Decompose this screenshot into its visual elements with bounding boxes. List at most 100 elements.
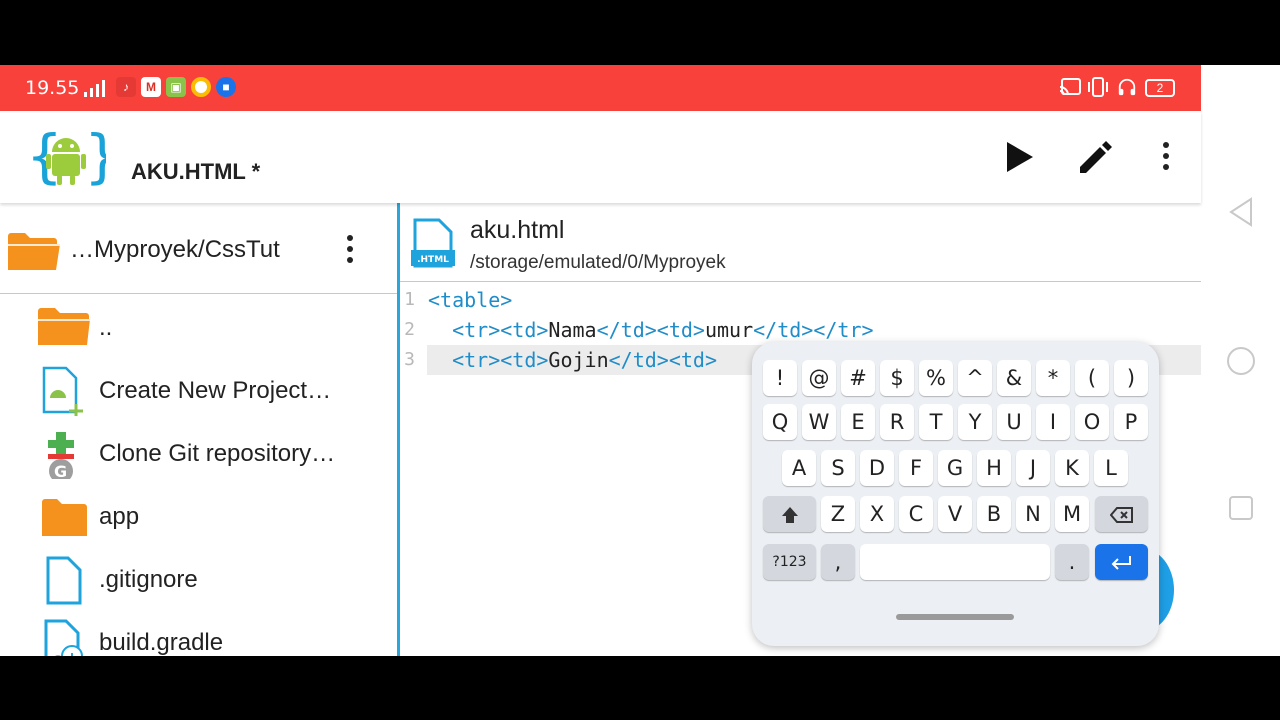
key[interactable]: H <box>977 450 1011 486</box>
list-item-clone-git[interactable]: G Clone Git repository… <box>0 423 397 486</box>
code-tag: <tr><td> <box>428 318 549 342</box>
line-number: 1 <box>404 289 415 310</box>
space-key[interactable] <box>860 544 1050 580</box>
code-content: Gojin <box>548 348 609 372</box>
key[interactable]: X <box>860 496 894 532</box>
symbols-key[interactable]: ?123 <box>763 544 816 580</box>
enter-icon <box>1111 556 1131 570</box>
key[interactable]: P <box>1114 404 1148 440</box>
key[interactable]: B <box>977 496 1011 532</box>
video-call-icon: ■ <box>216 77 236 97</box>
key[interactable]: @ <box>802 360 836 396</box>
key[interactable]: F <box>899 450 933 486</box>
key[interactable]: L <box>1094 450 1128 486</box>
list-item-label: .. <box>99 314 113 341</box>
key[interactable]: I <box>1036 404 1070 440</box>
key[interactable]: M <box>1055 496 1089 532</box>
on-screen-keyboard: ! @ # $% ^ & *() Q W E R T Y U I O P A S D F G H J K L Z X C V B N M ?123… <box>752 342 1159 646</box>
file-header: .HTML aku.html /storage/emulated/0/Mypro… <box>400 203 1201 282</box>
key[interactable]: E <box>841 404 875 440</box>
key[interactable]: A <box>782 450 816 486</box>
pencil-icon[interactable] <box>1076 137 1116 177</box>
status-bar: 19.55 ♪ M ▣ ■ 2 <box>0 65 1201 111</box>
list-item-parent-dir[interactable]: .. <box>0 297 397 360</box>
git-icon: G <box>48 432 74 479</box>
code-line[interactable]: 1 <table> <box>400 285 1201 315</box>
list-item-build-gradle[interactable]: build.gradle <box>0 612 397 656</box>
key[interactable]: V <box>938 496 972 532</box>
list-item-label: build.gradle <box>99 629 224 656</box>
shift-key[interactable] <box>763 496 816 532</box>
more-vert-icon[interactable] <box>1146 137 1186 177</box>
key[interactable]: Q <box>763 404 797 440</box>
folder-icon <box>38 308 90 345</box>
line-number: 2 <box>404 319 415 340</box>
code-text: <table> <box>428 285 512 315</box>
key[interactable]: Z <box>821 496 855 532</box>
folder-icon <box>42 499 87 536</box>
folder-open-icon <box>8 233 60 270</box>
key[interactable]: ) <box>1114 360 1148 396</box>
path-header: …Myproyek/CssTut <box>0 203 397 294</box>
recents-icon[interactable] <box>1228 495 1254 521</box>
key[interactable]: N <box>1016 496 1050 532</box>
chrome-icon <box>191 77 211 97</box>
key[interactable]: J <box>1016 450 1050 486</box>
backspace-key[interactable] <box>1095 496 1148 532</box>
key[interactable]: Y <box>958 404 992 440</box>
code-tag: </td><td> <box>608 348 718 372</box>
key[interactable]: O <box>1075 404 1109 440</box>
gradle-file-icon <box>44 619 83 656</box>
code-tag: <table> <box>428 288 513 312</box>
svg-text:}: } <box>84 124 106 190</box>
key[interactable]: D <box>860 450 894 486</box>
code-tag: </td></tr> <box>753 318 874 342</box>
code-content: umur <box>704 318 754 342</box>
app-logo-icon: { } <box>26 124 106 190</box>
key[interactable]: G <box>938 450 972 486</box>
comma-key[interactable]: , <box>821 544 855 580</box>
key[interactable]: % <box>919 360 953 396</box>
code-content: Nama <box>548 318 597 342</box>
list-item-label: app <box>99 503 140 530</box>
key[interactable]: T <box>919 404 953 440</box>
key[interactable]: S <box>821 450 855 486</box>
html-icon-label: .HTML <box>417 255 449 265</box>
bottom-letterbox <box>0 656 1280 720</box>
list-item-label: Clone Git repository… <box>99 440 336 467</box>
vibrate-icon <box>1088 77 1108 97</box>
navigation-bar <box>1201 65 1280 656</box>
enter-key[interactable] <box>1095 544 1148 580</box>
keyboard-handle[interactable] <box>896 614 1014 620</box>
key[interactable]: ^ <box>958 360 992 396</box>
file-name: aku.html <box>470 216 565 244</box>
key[interactable]: $ <box>880 360 914 396</box>
android-icon: ▣ <box>166 77 186 97</box>
home-icon[interactable] <box>1225 345 1257 377</box>
path-menu-icon[interactable] <box>336 231 364 267</box>
battery-icon: 2 <box>1145 79 1175 97</box>
back-icon[interactable] <box>1227 196 1255 228</box>
list-item-gitignore[interactable]: .gitignore <box>0 549 397 612</box>
key[interactable]: C <box>899 496 933 532</box>
line-number: 3 <box>404 349 415 370</box>
code-line[interactable]: 2 <tr><td>Nama</td><td>umur</td></tr> <box>400 315 1201 345</box>
top-letterbox <box>0 0 1280 65</box>
key[interactable]: # <box>841 360 875 396</box>
list-item-app[interactable]: app <box>0 486 397 549</box>
key[interactable]: U <box>997 404 1031 440</box>
backspace-icon <box>1109 507 1133 523</box>
key[interactable]: ! <box>763 360 797 396</box>
key[interactable]: ( <box>1075 360 1109 396</box>
html-file-icon: .HTML <box>411 218 455 268</box>
list-item-create-project[interactable]: Create New Project… <box>0 360 397 423</box>
period-key[interactable]: . <box>1055 544 1089 580</box>
app-title: AKU.HTML * <box>131 159 261 184</box>
key[interactable]: K <box>1055 450 1089 486</box>
key[interactable]: W <box>802 404 836 440</box>
key[interactable]: R <box>880 404 914 440</box>
key[interactable]: * <box>1036 360 1070 396</box>
status-time: 19.55 <box>25 77 80 99</box>
key[interactable]: & <box>997 360 1031 396</box>
play-icon[interactable] <box>999 137 1039 177</box>
